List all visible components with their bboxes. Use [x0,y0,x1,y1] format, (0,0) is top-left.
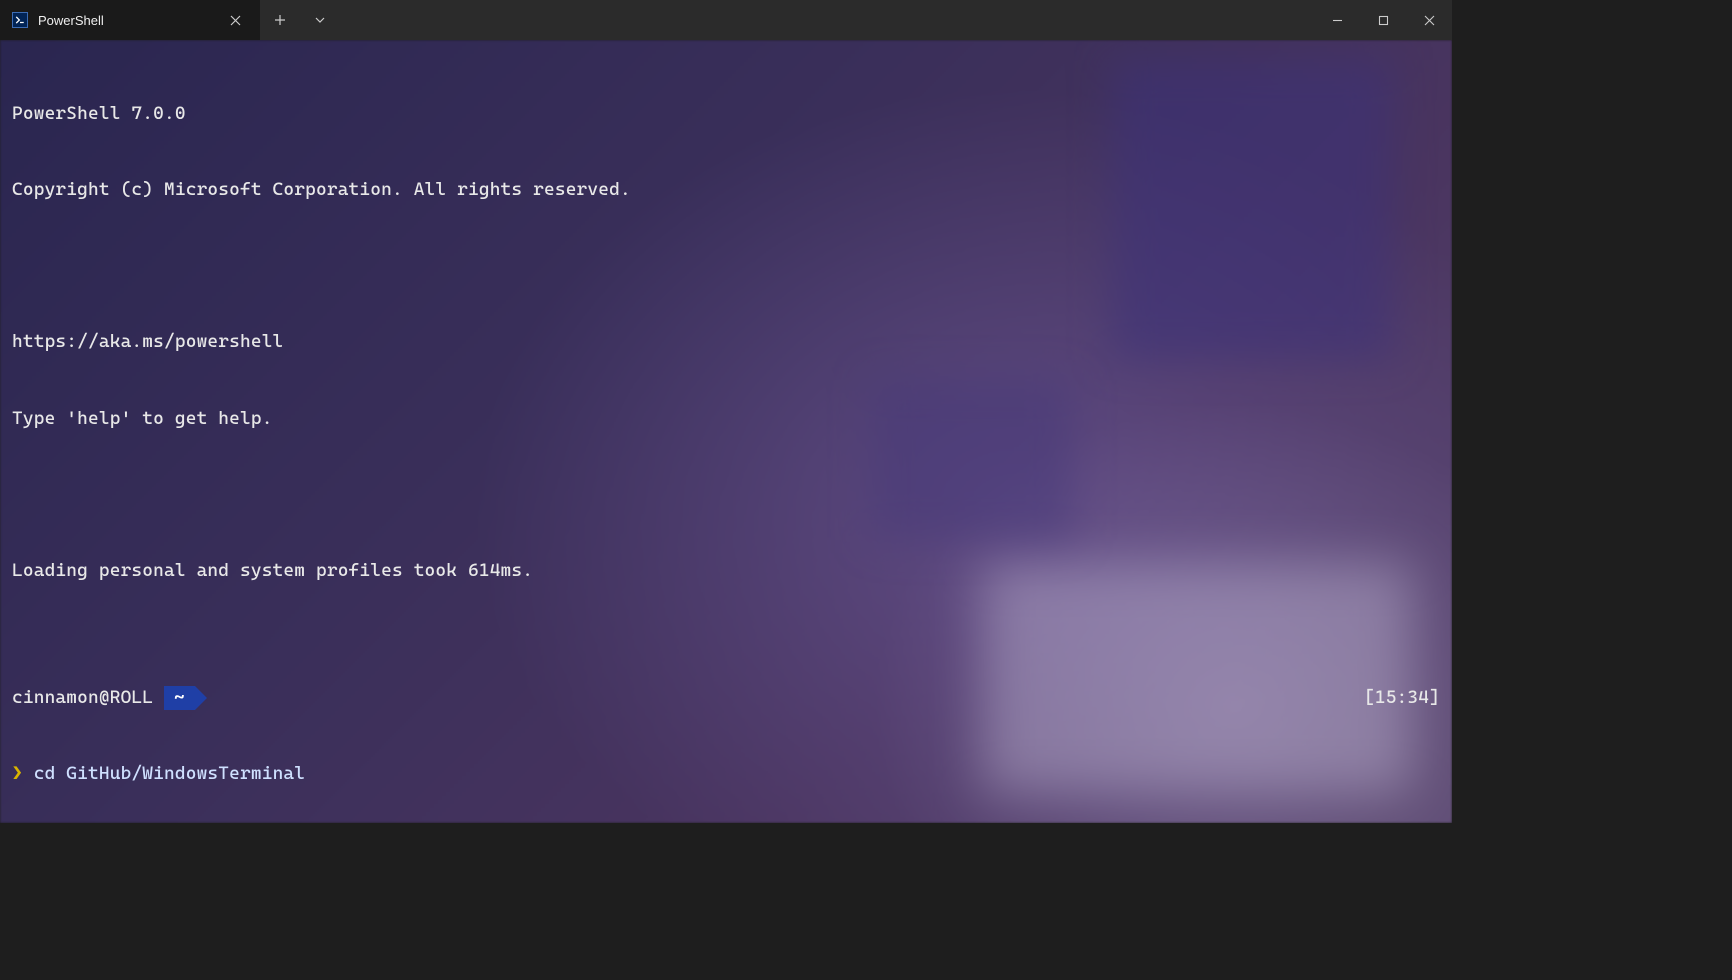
prompt-caret: ❯ [12,761,34,786]
minimize-button[interactable] [1314,0,1360,40]
tab-powershell[interactable]: PowerShell [0,0,260,40]
prompt-time: [15:34] [1364,685,1440,710]
header-version: PowerShell 7.0.0 [12,101,186,126]
terminal-output: PowerShell 7.0.0 Copyright (c) Microsoft… [0,40,1452,823]
titlebar-drag-area[interactable] [340,0,1314,40]
header-profiles: Loading personal and system profiles too… [12,558,533,583]
prompt-user-host: cinnamon@ROLL [12,685,153,710]
prompt-path: ~ [174,685,185,710]
command-text: cd GitHub/WindowsTerminal [34,761,305,786]
header-copyright: Copyright (c) Microsoft Corporation. All… [12,177,631,202]
maximize-button[interactable] [1360,0,1406,40]
terminal-area[interactable]: PowerShell 7.0.0 Copyright (c) Microsoft… [0,40,1452,823]
tab-close-button[interactable] [224,9,246,31]
header-url: https://aka.ms/powershell [12,329,283,354]
window-controls [1314,0,1452,40]
terminal-window: PowerShell [0,0,1452,823]
close-button[interactable] [1406,0,1452,40]
tabbar-buttons [260,0,340,40]
powershell-icon [12,12,28,28]
prompt-path-segment: ~ [164,686,195,710]
new-tab-button[interactable] [260,0,300,40]
header-help: Type 'help' to get help. [12,406,273,431]
tab-dropdown-button[interactable] [300,0,340,40]
tab-title: PowerShell [38,13,214,28]
titlebar: PowerShell [0,0,1452,40]
